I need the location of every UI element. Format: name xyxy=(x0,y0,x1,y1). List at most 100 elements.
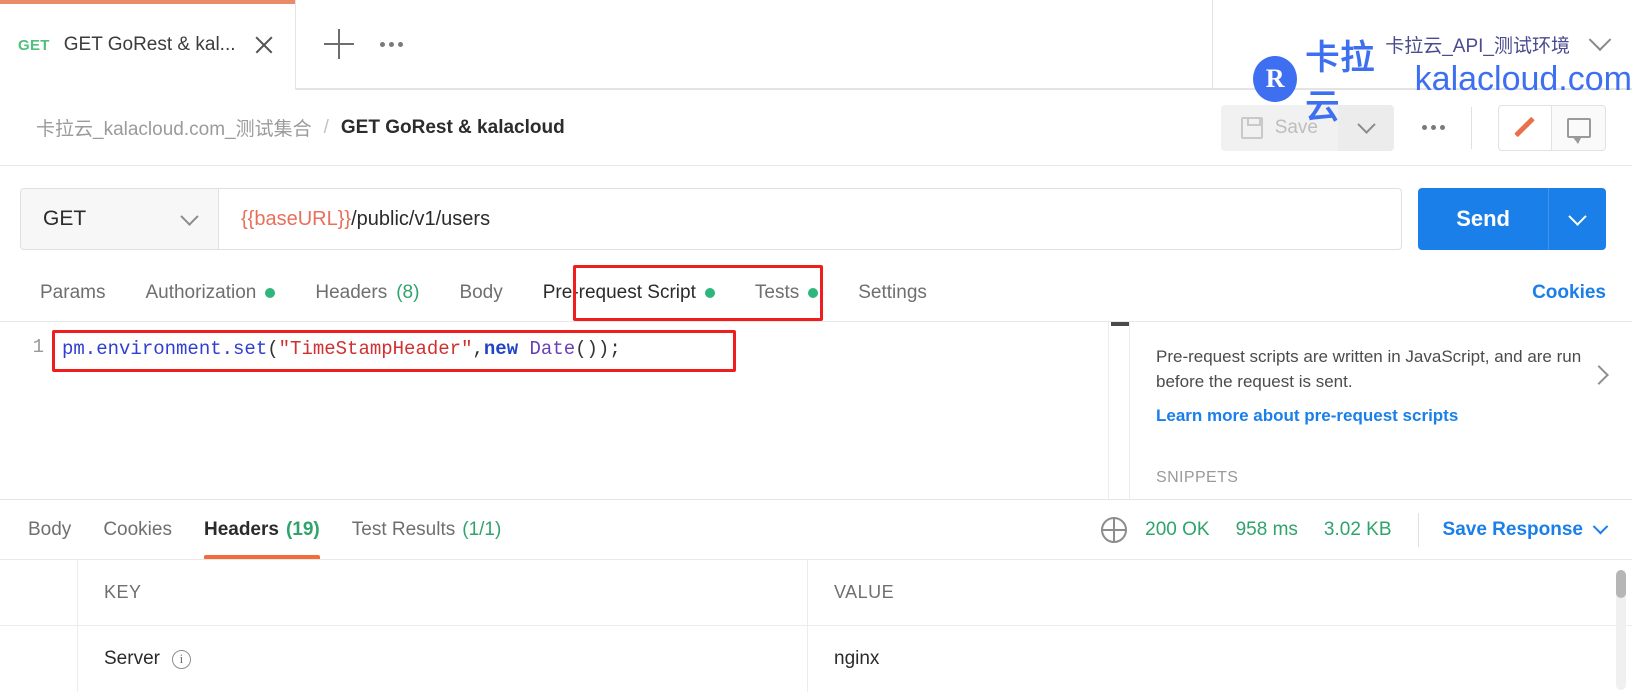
divider xyxy=(1417,512,1419,547)
send-button-group: Send xyxy=(1418,188,1606,250)
request-tabs: Params Authorization Headers (8) Body Pr… xyxy=(0,264,1632,322)
code-line[interactable]: pm.environment.set("TimeStampHeader",new… xyxy=(62,322,1108,499)
url-variable: {{baseURL}} xyxy=(241,207,352,230)
save-button[interactable]: Save xyxy=(1220,104,1338,151)
send-button[interactable]: Send xyxy=(1418,188,1548,250)
chevron-down-icon[interactable] xyxy=(1588,28,1612,52)
comment-icon xyxy=(1566,117,1591,144)
table-gutter-cell xyxy=(0,560,78,625)
chevron-right-icon[interactable] xyxy=(1589,365,1609,385)
column-header-label: VALUE xyxy=(834,582,895,602)
comments-button[interactable] xyxy=(1552,104,1606,151)
tab-label: Headers xyxy=(203,518,279,540)
status-dot-icon xyxy=(808,287,819,298)
editor-scrollbar[interactable] xyxy=(1108,322,1130,499)
url-input[interactable]: {{baseURL}}/public/v1/users xyxy=(219,189,1401,249)
send-options-button[interactable] xyxy=(1548,188,1606,250)
table-gutter-cell xyxy=(0,626,78,692)
response-size-label: 3.02 KB xyxy=(1323,518,1392,540)
request-more-icon[interactable] xyxy=(1422,125,1445,130)
response-time-label: 958 ms xyxy=(1235,518,1298,540)
code-function: Date xyxy=(529,338,576,360)
response-headers-table: KEY VALUE Server i nginx xyxy=(0,560,1632,692)
code-tail: ()); xyxy=(575,338,621,360)
method-select[interactable]: GET xyxy=(21,189,219,249)
chevron-down-icon xyxy=(180,206,199,226)
script-editor-area: 1 pm.environment.set("TimeStampHeader",n… xyxy=(0,322,1632,500)
tab-tests[interactable]: Tests xyxy=(735,264,838,321)
tab-pre-request-script[interactable]: Pre-request Script xyxy=(523,264,735,321)
breadcrumb-bar: 卡拉云_kalacloud.com_测试集合 / GET GoRest & ka… xyxy=(0,90,1632,166)
tab-label: Cookies xyxy=(103,518,172,540)
code-keyword: new xyxy=(483,338,519,360)
divider xyxy=(1471,106,1472,149)
breadcrumb-collection[interactable]: 卡拉云_kalacloud.com_测试集合 xyxy=(36,114,312,141)
url-bar: GET {{baseURL}}/public/v1/users xyxy=(20,188,1403,250)
table-scrollbar-thumb[interactable] xyxy=(1616,570,1626,598)
edit-request-button[interactable] xyxy=(1498,104,1552,151)
save-response-button[interactable]: Save Response xyxy=(1443,518,1609,541)
plus-icon[interactable] xyxy=(324,29,354,59)
table-header-row: KEY VALUE xyxy=(0,560,1632,626)
line-number-gutter: 1 xyxy=(32,336,44,358)
status-dot-icon xyxy=(265,287,276,298)
floppy-disk-icon xyxy=(1240,116,1263,139)
tab-strip: GET GET GoRest & kal... 卡拉云_API_测试环境 R 卡… xyxy=(0,0,1632,126)
tab-label: Pre-request Script xyxy=(542,281,696,303)
header-value-label: nginx xyxy=(834,648,880,669)
learn-more-link[interactable]: Learn more about pre-request scripts xyxy=(1156,406,1582,426)
tab-authorization[interactable]: Authorization xyxy=(125,264,295,321)
pencil-icon xyxy=(1513,116,1537,140)
code-editor[interactable]: 1 pm.environment.set("TimeStampHeader",n… xyxy=(0,322,1108,499)
request-tab-item[interactable]: GET GET GoRest & kal... xyxy=(0,0,296,90)
column-header-value: VALUE xyxy=(808,560,1632,625)
environment-selector[interactable]: 卡拉云_API_测试环境 R 卡拉云 kalacloud.com xyxy=(1212,0,1632,126)
editor-scrollbar-thumb[interactable] xyxy=(1111,322,1129,326)
header-value-cell: nginx xyxy=(808,626,1632,692)
column-header-label: KEY xyxy=(104,582,142,602)
tab-headers[interactable]: Headers (8) xyxy=(295,264,439,321)
tab-method-label: GET xyxy=(18,36,50,54)
breadcrumb-current: GET GoRest & kalacloud xyxy=(340,116,565,138)
snippets-label: SNIPPETS xyxy=(1156,469,1239,486)
script-help-panel: Pre-request scripts are written in JavaS… xyxy=(1130,322,1632,499)
tab-title-label: GET GoRest & kal... xyxy=(63,34,236,55)
help-text: Pre-request scripts are written in JavaS… xyxy=(1156,347,1582,391)
url-row: GET {{baseURL}}/public/v1/users Send xyxy=(0,166,1632,264)
info-icon[interactable]: i xyxy=(171,649,191,669)
code-object: pm.environment.set xyxy=(62,338,268,360)
table-scrollbar[interactable] xyxy=(1616,570,1626,690)
tab-count: (8) xyxy=(396,281,420,303)
response-tab-body[interactable]: Body xyxy=(12,500,87,559)
tab-params[interactable]: Params xyxy=(20,264,125,321)
tab-label: Body xyxy=(459,281,503,303)
ellipsis-icon[interactable] xyxy=(380,41,403,47)
chevron-down-icon xyxy=(1356,115,1376,134)
tab-label: Tests xyxy=(754,281,800,303)
url-path: /public/v1/users xyxy=(351,207,491,230)
tab-label: Params xyxy=(40,281,106,303)
tab-label: Settings xyxy=(858,281,927,303)
code-string: "TimeStampHeader" xyxy=(278,338,473,360)
save-options-button[interactable] xyxy=(1338,104,1394,151)
network-globe-icon[interactable] xyxy=(1101,516,1128,543)
chevron-down-icon xyxy=(1592,518,1609,535)
response-tab-headers[interactable]: Headers (19) xyxy=(188,500,336,559)
tab-label: Headers xyxy=(315,281,388,303)
tab-settings[interactable]: Settings xyxy=(838,264,947,321)
code-paren: ( xyxy=(267,338,279,360)
response-tabs: Body Cookies Headers (19) Test Results (… xyxy=(0,500,1632,560)
chevron-down-icon xyxy=(1568,206,1587,226)
tab-label: Body xyxy=(28,518,72,540)
column-header-key: KEY xyxy=(78,560,808,625)
table-row: Server i nginx xyxy=(0,626,1632,692)
response-tab-test-results[interactable]: Test Results (1/1) xyxy=(336,500,518,559)
tab-label: Authorization xyxy=(145,281,257,303)
cookies-link[interactable]: Cookies xyxy=(1532,282,1606,304)
close-icon[interactable] xyxy=(249,30,279,60)
status-dot-icon xyxy=(704,287,715,298)
status-code-label: 200 OK xyxy=(1145,518,1210,540)
tab-body[interactable]: Body xyxy=(439,264,522,321)
response-tab-cookies[interactable]: Cookies xyxy=(87,500,188,559)
